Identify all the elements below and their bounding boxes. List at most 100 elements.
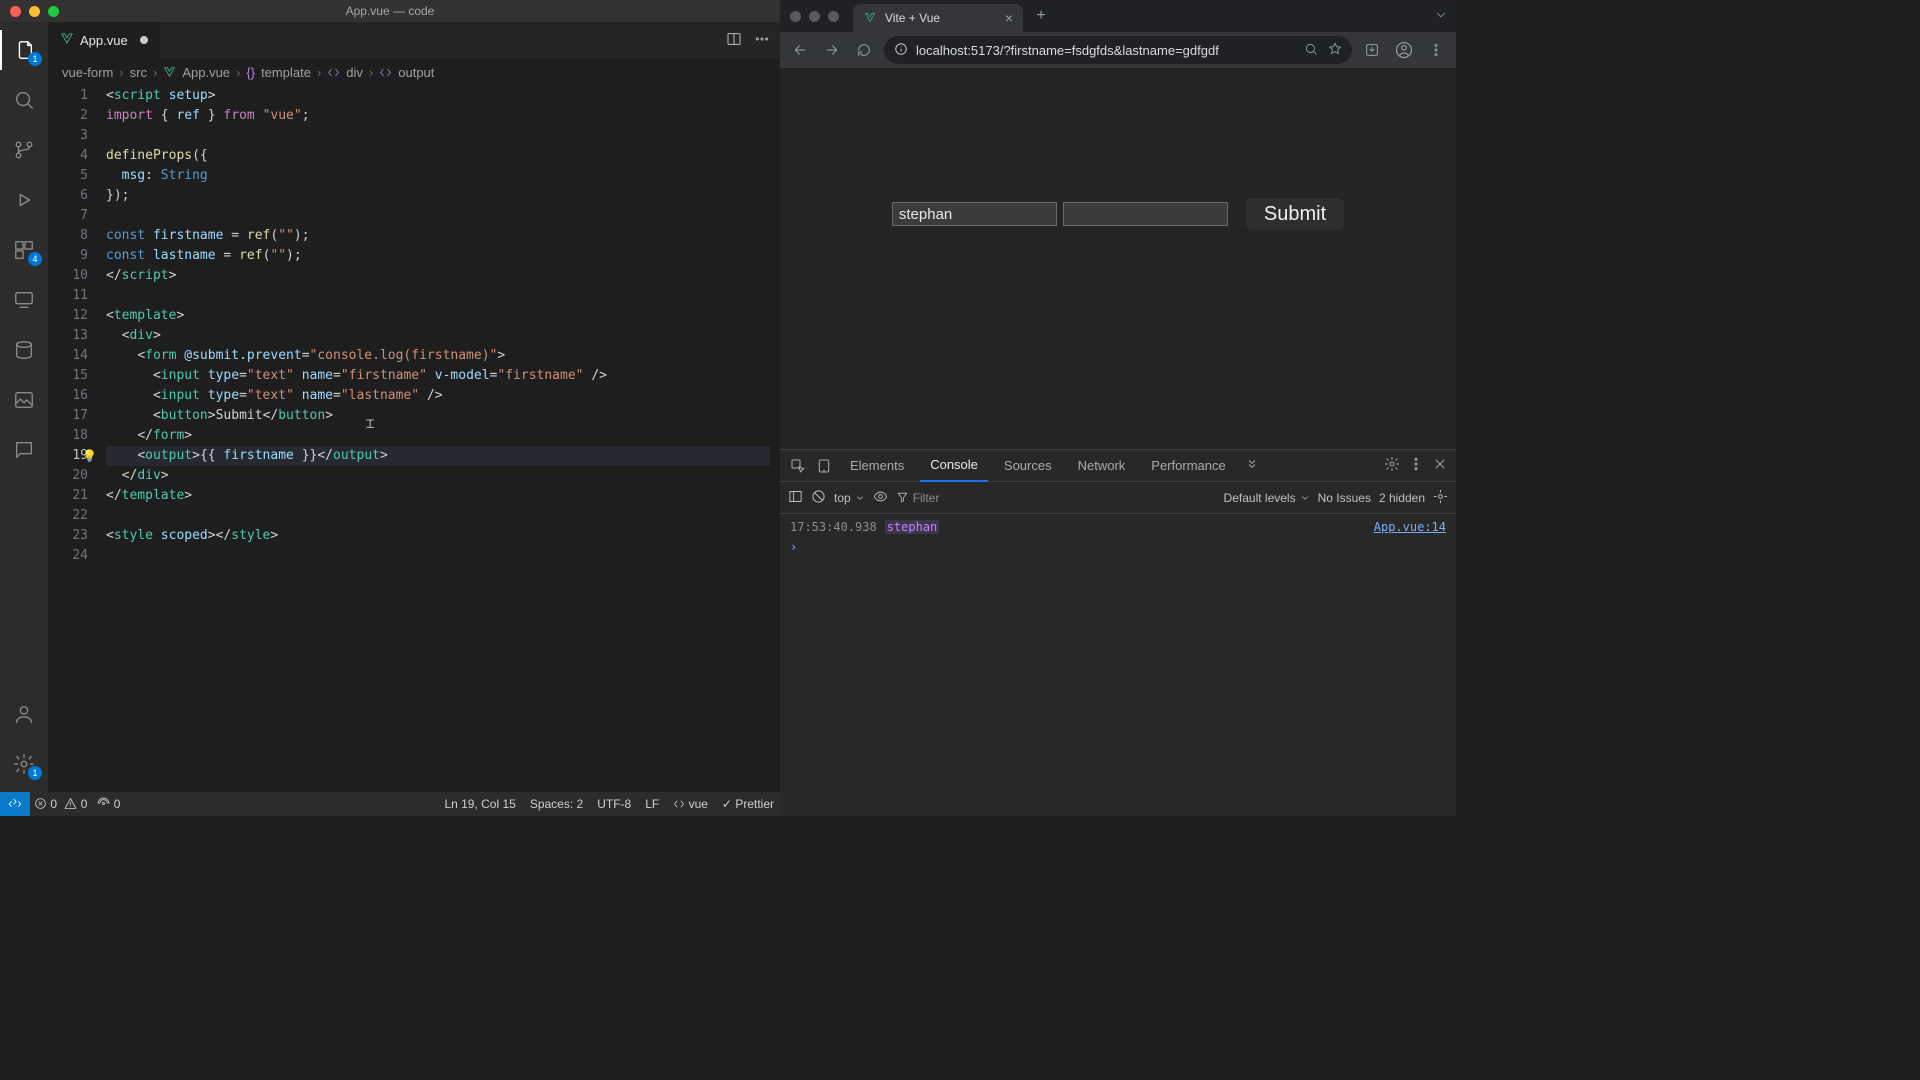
expand-tabs-button[interactable] [1434, 8, 1448, 25]
close-window-button[interactable] [10, 6, 21, 17]
editor-actions [726, 22, 780, 58]
screen-icon [13, 289, 35, 311]
maximize-window-button[interactable] [48, 6, 59, 17]
activity-account[interactable] [0, 694, 48, 734]
close-tab-button[interactable]: × [1005, 10, 1013, 26]
issues-indicator[interactable]: No Issues [1318, 491, 1371, 505]
code-editor[interactable]: 123456789101112131415161718192021222324 … [48, 86, 780, 792]
devtools-settings-button[interactable] [1384, 456, 1400, 475]
log-levels-select[interactable]: Default levels [1224, 491, 1310, 505]
console-settings-button[interactable] [1433, 489, 1448, 507]
chrome-tab[interactable]: Vite + Vue × [853, 4, 1023, 32]
console-filter-input[interactable]: Filter [896, 491, 1036, 505]
console-sidebar-toggle[interactable] [788, 489, 803, 507]
devtools-tab-console[interactable]: Console [920, 450, 988, 482]
close-window-button[interactable] [790, 11, 801, 22]
log-source-link[interactable]: App.vue:14 [1374, 520, 1446, 534]
profile-button[interactable] [1392, 38, 1416, 62]
activity-database[interactable] [0, 330, 48, 370]
minimize-window-button[interactable] [29, 6, 40, 17]
devtools-tab-elements[interactable]: Elements [840, 450, 914, 482]
inspect-element-button[interactable] [788, 450, 808, 482]
address-bar[interactable]: localhost:5173/?firstname=fsdgfds&lastna… [884, 36, 1352, 64]
status-language[interactable]: vue [673, 797, 708, 811]
settings-badge: 1 [28, 766, 42, 780]
breadcrumb-item[interactable]: template [261, 65, 311, 80]
split-editor-button[interactable] [726, 31, 742, 50]
activity-feedback[interactable] [0, 430, 48, 470]
zoom-icon[interactable] [1304, 42, 1318, 59]
reload-button[interactable] [852, 38, 876, 62]
hidden-count[interactable]: 2 hidden [1379, 491, 1425, 505]
submit-button[interactable]: Submit [1246, 198, 1344, 230]
status-cursor[interactable]: Ln 19, Col 15 [444, 797, 515, 811]
activity-explorer[interactable]: 1 [0, 30, 48, 70]
chrome-tab-title: Vite + Vue [885, 11, 940, 25]
activity-bar: 1 4 [0, 22, 48, 792]
device-toggle-button[interactable] [814, 450, 834, 482]
tab-app-vue[interactable]: App.vue [48, 22, 161, 58]
status-prettier[interactable]: ✓ Prettier [722, 797, 774, 811]
explorer-badge: 1 [28, 52, 42, 66]
remote-button[interactable] [0, 792, 30, 816]
devtools-menu-button[interactable] [1408, 456, 1424, 475]
devtools-tab-performance[interactable]: Performance [1141, 450, 1235, 482]
firstname-input[interactable] [892, 202, 1057, 226]
console-log-row[interactable]: 17:53:40.938 stephan App.vue:14 [780, 518, 1456, 536]
console-output[interactable]: 17:53:40.938 stephan App.vue:14 › [780, 514, 1456, 816]
status-problems[interactable]: 0 0 [34, 797, 87, 811]
breadcrumb-item[interactable]: App.vue [182, 65, 230, 80]
vscode-window: App.vue — code 1 4 [0, 0, 780, 816]
more-actions-button[interactable] [754, 31, 770, 50]
activity-remote[interactable] [0, 280, 48, 320]
database-icon [13, 339, 35, 361]
vue-file-icon [60, 32, 74, 49]
bookmark-star-icon[interactable] [1328, 42, 1342, 59]
editor-tabs: App.vue [48, 22, 780, 58]
breadcrumb[interactable]: vue-form › src › App.vue › {} template ›… [48, 58, 780, 86]
new-tab-button[interactable]: + [1027, 7, 1055, 25]
site-info-icon[interactable] [894, 42, 908, 59]
page-content: Submit [780, 68, 1456, 449]
devtools-tab-network[interactable]: Network [1068, 450, 1136, 482]
breadcrumb-item[interactable]: div [346, 65, 363, 80]
status-encoding[interactable]: UTF-8 [597, 797, 631, 811]
code-content[interactable]: <script setup>import { ref } from "vue";… [106, 86, 780, 792]
maximize-window-button[interactable] [828, 11, 839, 22]
minimize-window-button[interactable] [809, 11, 820, 22]
console-prompt[interactable]: › [780, 536, 1456, 558]
status-eol[interactable]: LF [645, 797, 659, 811]
activity-settings[interactable]: 1 [0, 744, 48, 784]
activity-debug[interactable] [0, 180, 48, 220]
breadcrumb-item[interactable]: vue-form [62, 65, 113, 80]
devtools-tab-sources[interactable]: Sources [994, 450, 1062, 482]
live-expression-button[interactable] [873, 489, 888, 507]
forward-button[interactable] [820, 38, 844, 62]
devtools-tabs: Elements Console Sources Network Perform… [780, 450, 1456, 482]
vue-file-icon [163, 66, 176, 79]
play-bug-icon [13, 189, 35, 211]
lastname-input[interactable] [1063, 202, 1228, 226]
chrome-toolbar: localhost:5173/?firstname=fsdgfds&lastna… [780, 32, 1456, 68]
image-icon [13, 389, 35, 411]
activity-source-control[interactable] [0, 130, 48, 170]
clear-console-button[interactable] [811, 489, 826, 507]
more-tabs-button[interactable] [1242, 450, 1262, 482]
menu-button[interactable] [1424, 38, 1448, 62]
chevron-right-icon: › [369, 65, 373, 80]
devtools-close-button[interactable] [1432, 456, 1448, 475]
status-spaces[interactable]: Spaces: 2 [530, 797, 583, 811]
breadcrumb-item[interactable]: src [130, 65, 147, 80]
account-icon [13, 703, 35, 725]
back-button[interactable] [788, 38, 812, 62]
activity-extensions[interactable]: 4 [0, 230, 48, 270]
demo-form: Submit [892, 198, 1344, 230]
status-ports[interactable]: 0 [97, 797, 120, 811]
window-controls [10, 6, 59, 17]
breadcrumb-item[interactable]: output [398, 65, 434, 80]
execution-context[interactable]: top [834, 491, 865, 505]
activity-image-icon[interactable] [0, 380, 48, 420]
activity-search[interactable] [0, 80, 48, 120]
install-icon[interactable] [1360, 38, 1384, 62]
console-toolbar: top Filter Default levels No Issues 2 hi… [780, 482, 1456, 514]
